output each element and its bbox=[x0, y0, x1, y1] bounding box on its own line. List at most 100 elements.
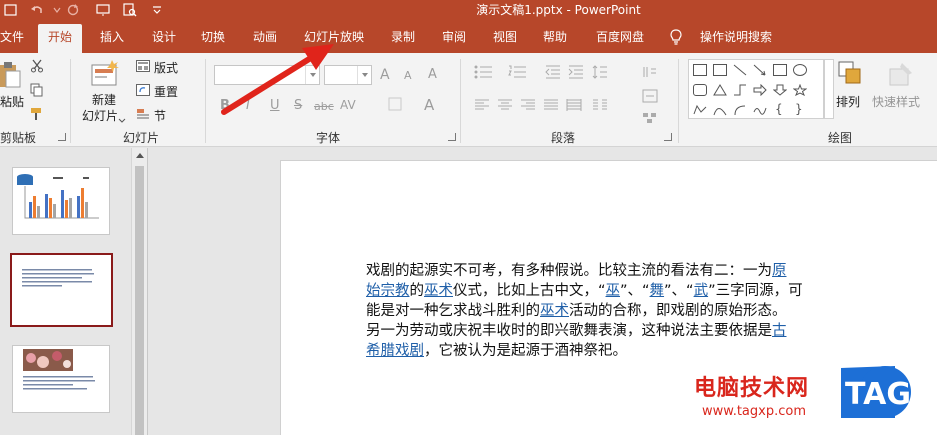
numbering-icon[interactable] bbox=[508, 65, 530, 82]
hyperlink[interactable]: 原 bbox=[772, 263, 787, 279]
left-brace-shape-icon[interactable]: { bbox=[775, 102, 789, 116]
vertical-textbox-shape-icon[interactable] bbox=[713, 64, 727, 76]
tab-view[interactable]: 视图 bbox=[485, 24, 525, 53]
shapes-gallery[interactable]: { } bbox=[688, 59, 824, 119]
font-color-button[interactable]: A bbox=[424, 96, 434, 114]
font-group-label: 字体 bbox=[316, 131, 341, 145]
watermark-tag-logo: TAG bbox=[841, 366, 911, 418]
paste-icon[interactable] bbox=[0, 61, 22, 89]
rectangle-shape-icon[interactable] bbox=[773, 64, 787, 76]
tab-insert[interactable]: 插入 bbox=[92, 24, 132, 53]
quick-styles-button[interactable]: 快速样式 bbox=[872, 93, 920, 110]
slide-text-box[interactable]: 戏剧的起源实不可考，有多种假说。比较主流的看法有二：一为原 始宗教的巫术仪式，比如… bbox=[366, 261, 864, 361]
slide-thumbnail-1[interactable] bbox=[12, 167, 110, 235]
image-slide-preview bbox=[23, 349, 95, 390]
block-arrow-down-icon[interactable] bbox=[773, 84, 787, 96]
text-direction-icon[interactable] bbox=[642, 65, 658, 82]
hyperlink[interactable]: 始宗教 bbox=[366, 283, 410, 299]
slides-group-label: 幻灯片 bbox=[123, 131, 160, 145]
tab-review[interactable]: 审阅 bbox=[434, 24, 474, 53]
new-slide-label-2[interactable]: 幻灯片 bbox=[82, 107, 118, 124]
paragraph-launcher[interactable] bbox=[664, 133, 672, 141]
clear-formatting-button[interactable]: A bbox=[428, 67, 437, 82]
freeform-shape-icon[interactable] bbox=[693, 104, 707, 116]
hyperlink[interactable]: 古 bbox=[772, 323, 787, 339]
triangle-shape-icon[interactable] bbox=[713, 84, 727, 96]
paste-button[interactable]: 粘贴 bbox=[0, 93, 24, 110]
bullets-icon[interactable] bbox=[474, 65, 496, 82]
tab-file[interactable]: 文件 bbox=[0, 24, 26, 53]
distributed-icon[interactable] bbox=[566, 99, 582, 114]
tab-home[interactable]: 开始 bbox=[38, 24, 82, 53]
rounded-rectangle-shape-icon[interactable] bbox=[693, 84, 707, 96]
align-text-icon[interactable] bbox=[642, 89, 658, 106]
hyperlink[interactable]: 巫术 bbox=[424, 283, 453, 299]
tab-baidu-netdisk[interactable]: 百度网盘 bbox=[590, 24, 650, 53]
elbow-connector-shape-icon[interactable] bbox=[733, 84, 747, 96]
shapes-gallery-scroll[interactable] bbox=[824, 59, 834, 119]
reset-button[interactable]: 重置 bbox=[154, 83, 178, 100]
arrange-icon[interactable] bbox=[838, 61, 864, 92]
right-brace-shape-icon[interactable]: } bbox=[795, 102, 809, 116]
convert-smartart-icon[interactable] bbox=[642, 111, 658, 128]
section-icon[interactable] bbox=[136, 108, 150, 123]
change-case-icon[interactable] bbox=[387, 96, 403, 116]
scroll-up-icon[interactable] bbox=[136, 153, 144, 158]
curve-shape-icon[interactable] bbox=[713, 104, 727, 116]
red-annotation-arrow bbox=[221, 44, 334, 115]
hyperlink[interactable]: 希腊戏剧 bbox=[366, 343, 424, 359]
new-slide-label-1[interactable]: 新建 bbox=[92, 91, 116, 108]
decrease-font-size-button[interactable]: A bbox=[404, 69, 412, 82]
hyperlink[interactable]: 武 bbox=[694, 283, 709, 299]
columns-icon[interactable] bbox=[592, 99, 608, 114]
separator bbox=[460, 59, 461, 143]
watermark-url: www.tagxp.com bbox=[702, 404, 806, 419]
format-painter-icon[interactable] bbox=[30, 107, 46, 124]
scribble-shape-icon[interactable] bbox=[753, 104, 767, 116]
increase-font-size-button[interactable]: A bbox=[380, 67, 390, 83]
clipboard-group-label: 剪贴板 bbox=[0, 131, 37, 145]
decrease-indent-icon[interactable] bbox=[545, 65, 561, 82]
tab-record[interactable]: 录制 bbox=[383, 24, 423, 53]
slide-text-line: 始宗教的巫术仪式，比如上古中文，“巫”、“舞”、“武”三字同源，可 bbox=[366, 281, 864, 301]
arrow-shape-icon[interactable] bbox=[753, 64, 767, 76]
slide-thumbnail-3[interactable] bbox=[12, 345, 110, 413]
copy-icon[interactable] bbox=[30, 83, 44, 100]
hyperlink[interactable]: 舞 bbox=[650, 283, 665, 299]
separator bbox=[678, 59, 679, 143]
align-center-icon[interactable] bbox=[497, 99, 513, 114]
layout-button[interactable]: 版式 bbox=[154, 59, 178, 76]
new-slide-icon[interactable] bbox=[90, 59, 120, 89]
reset-icon[interactable] bbox=[136, 84, 150, 99]
justify-icon[interactable] bbox=[543, 99, 559, 114]
arrange-button[interactable]: 排列 bbox=[836, 93, 860, 110]
slide-thumbnail-2[interactable] bbox=[10, 253, 113, 327]
increase-indent-icon[interactable] bbox=[568, 65, 584, 82]
chevron-down-icon[interactable] bbox=[357, 66, 371, 84]
section-button[interactable]: 节 bbox=[154, 107, 166, 124]
oval-shape-icon[interactable] bbox=[793, 64, 807, 76]
cut-icon[interactable] bbox=[30, 59, 44, 76]
text-run: 能是对一种乞求战斗胜利的 bbox=[366, 303, 540, 319]
tell-me-search[interactable]: 操作说明搜索 bbox=[688, 24, 784, 53]
line-spacing-icon[interactable] bbox=[592, 65, 608, 82]
tab-help[interactable]: 帮助 bbox=[535, 24, 575, 53]
hyperlink[interactable]: 巫 bbox=[606, 283, 621, 299]
new-slide-dropdown-icon[interactable] bbox=[118, 113, 126, 127]
textbox-shape-icon[interactable] bbox=[693, 64, 707, 76]
hyperlink[interactable]: 巫术 bbox=[540, 303, 569, 319]
thumbnails-scrollbar[interactable] bbox=[131, 148, 147, 435]
arc-shape-icon[interactable] bbox=[733, 104, 747, 116]
align-right-icon[interactable] bbox=[520, 99, 536, 114]
line-shape-icon[interactable] bbox=[733, 64, 747, 76]
block-arrow-right-icon[interactable] bbox=[753, 84, 767, 96]
scrollbar-thumb[interactable] bbox=[135, 166, 144, 435]
layout-icon[interactable] bbox=[136, 60, 150, 75]
quick-styles-icon[interactable] bbox=[888, 61, 914, 90]
text-run: 另一为劳动或庆祝丰收时的即兴歌舞表演，这种说法主要依据是 bbox=[366, 323, 772, 339]
tab-design[interactable]: 设计 bbox=[144, 24, 184, 53]
font-launcher[interactable] bbox=[448, 133, 456, 141]
align-left-icon[interactable] bbox=[474, 99, 490, 114]
clipboard-launcher[interactable] bbox=[58, 133, 66, 141]
star-shape-icon[interactable] bbox=[793, 84, 807, 96]
